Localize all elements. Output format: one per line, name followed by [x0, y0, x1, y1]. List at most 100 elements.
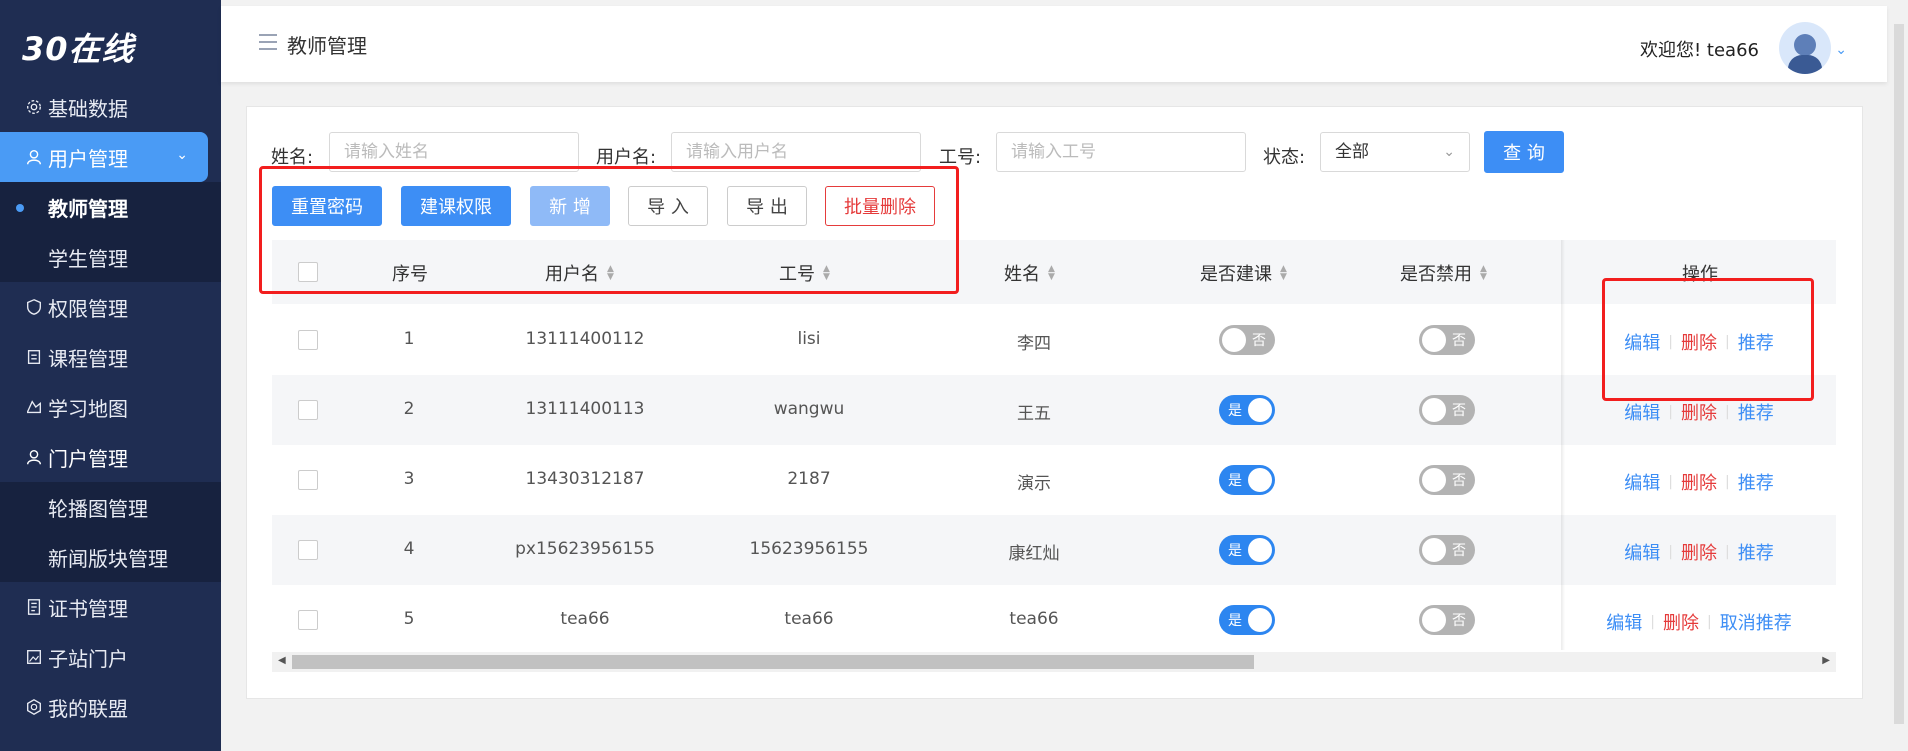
- disabled-toggle[interactable]: 否: [1419, 605, 1475, 635]
- header-name[interactable]: 姓名 ▲ ▼: [1004, 260, 1055, 286]
- cell-username: 13430312187: [525, 469, 645, 489]
- sidebar-item-label: 用户管理: [48, 146, 128, 171]
- certificate-icon: [24, 597, 44, 617]
- header-can-create-course[interactable]: 是否建课 ▲ ▼: [1200, 260, 1287, 286]
- delete-link[interactable]: 删除: [1681, 539, 1717, 565]
- gear-icon: [24, 97, 44, 117]
- horizontal-scrollbar[interactable]: ◀ ▶: [272, 652, 1836, 672]
- sidebar-item-label: 门户管理: [48, 446, 128, 471]
- sidebar-item-basic-data[interactable]: 基础数据: [0, 82, 128, 132]
- sidebar-item-label: 子站门户: [48, 646, 128, 671]
- page-scrollbar-thumb[interactable]: [1894, 24, 1904, 724]
- course-toggle[interactable]: 是: [1219, 605, 1275, 635]
- cell-username: tea66: [560, 609, 610, 629]
- cell-username: 13111400113: [525, 399, 645, 419]
- logo: 30在线: [22, 30, 135, 68]
- disabled-toggle[interactable]: 否: [1419, 535, 1475, 565]
- edit-link[interactable]: 编辑: [1624, 539, 1660, 565]
- sidebar-item-learning-map[interactable]: 学习地图: [0, 382, 128, 432]
- cell-username: 13111400112: [525, 329, 645, 349]
- fixed-column-shadow: [1561, 240, 1565, 650]
- scroll-right-icon[interactable]: ▶: [1822, 655, 1830, 666]
- status-select[interactable]: 全部 ⌄: [1320, 132, 1470, 172]
- cell-jobno: wangwu: [773, 399, 845, 419]
- sidebar-item-label: 教师管理: [48, 196, 128, 221]
- scrollbar-thumb[interactable]: [292, 655, 1254, 669]
- shield-icon: [24, 297, 44, 317]
- sort-icon[interactable]: ▲ ▼: [1480, 265, 1487, 282]
- edit-link[interactable]: 编辑: [1624, 469, 1660, 495]
- sidebar-item-teacher-management[interactable]: 教师管理: [0, 182, 221, 232]
- sidebar-item-portal-management[interactable]: 门户管理: [0, 432, 128, 482]
- edit-link[interactable]: 编辑: [1624, 399, 1660, 425]
- row-checkbox[interactable]: [298, 540, 318, 560]
- disabled-toggle[interactable]: 否: [1419, 325, 1475, 355]
- table-row: 4 px15623956155 15623956155 康红灿 是 否 编辑 | …: [272, 515, 1836, 585]
- course-toggle[interactable]: 否: [1219, 325, 1275, 355]
- delete-link[interactable]: 删除: [1663, 609, 1699, 635]
- scroll-left-icon[interactable]: ◀: [278, 655, 286, 666]
- course-toggle[interactable]: 是: [1219, 465, 1275, 495]
- sidebar-item-carousel-management[interactable]: 轮播图管理: [0, 482, 221, 532]
- map-icon: [24, 397, 44, 417]
- status-label: 状态:: [1263, 147, 1306, 168]
- avatar[interactable]: [1779, 22, 1831, 74]
- annotation-box-actions: [1602, 278, 1814, 401]
- sidebar-item-label: 新闻版块管理: [48, 546, 168, 571]
- row-checkbox[interactable]: [298, 330, 318, 350]
- cell-jobno: lisi: [797, 329, 821, 349]
- cell-name: 李四: [1017, 334, 1051, 354]
- menu-toggle-icon[interactable]: [259, 34, 277, 50]
- sidebar-item-permission-management[interactable]: 权限管理: [0, 282, 128, 332]
- course-toggle[interactable]: 是: [1219, 395, 1275, 425]
- cell-jobno: tea66: [784, 609, 834, 629]
- sidebar-item-certificate-management[interactable]: 证书管理: [0, 582, 128, 632]
- sort-icon[interactable]: ▲ ▼: [1048, 265, 1055, 282]
- course-toggle[interactable]: 是: [1219, 535, 1275, 565]
- cell-username: px15623956155: [515, 539, 655, 559]
- page-title: 教师管理: [287, 34, 367, 58]
- page-scrollbar[interactable]: [1890, 0, 1908, 751]
- sidebar: 30在线 基础数据 用户管理 ⌄ 教师管理 学生管理 权限管理 课程管理 学习地…: [0, 0, 221, 751]
- sidebar-item-label: 我的联盟: [48, 696, 128, 721]
- cell-index: 5: [403, 609, 415, 629]
- table-row: 3 13430312187 2187 演示 是 否 编辑 | 删除 | 推荐: [272, 445, 1836, 515]
- row-actions: 编辑 | 删除 | 推荐: [1624, 469, 1773, 495]
- row-checkbox[interactable]: [298, 400, 318, 420]
- sidebar-item-user-management[interactable]: 用户管理 ⌄: [0, 132, 208, 182]
- cancel-recommend-link[interactable]: 取消推荐: [1720, 609, 1792, 635]
- top-header: 教师管理 欢迎您! tea66 ⌄: [221, 6, 1887, 82]
- recommend-link[interactable]: 推荐: [1738, 469, 1774, 495]
- cell-name: 演示: [1017, 474, 1051, 494]
- sidebar-item-label: 基础数据: [48, 96, 128, 121]
- table-row: 5 tea66 tea66 tea66 是 否 编辑 | 删除 | 取消推荐: [272, 585, 1836, 655]
- sidebar-item-course-management[interactable]: 课程管理: [0, 332, 128, 382]
- user-icon: [24, 147, 44, 167]
- sidebar-item-subsite-portal[interactable]: 子站门户: [0, 632, 128, 682]
- header-disabled[interactable]: 是否禁用 ▲ ▼: [1400, 260, 1487, 286]
- delete-link[interactable]: 删除: [1681, 399, 1717, 425]
- sidebar-item-label: 课程管理: [48, 346, 128, 371]
- sort-icon[interactable]: ▲ ▼: [1280, 265, 1287, 282]
- sidebar-item-student-management[interactable]: 学生管理: [0, 232, 221, 282]
- disabled-toggle[interactable]: 否: [1419, 465, 1475, 495]
- cell-jobno: 15623956155: [749, 539, 869, 559]
- cell-jobno: 2187: [787, 469, 831, 489]
- row-checkbox[interactable]: [298, 610, 318, 630]
- chevron-down-icon[interactable]: ⌄: [1835, 42, 1847, 58]
- disabled-toggle[interactable]: 否: [1419, 395, 1475, 425]
- sidebar-item-label: 学生管理: [48, 246, 128, 271]
- recommend-link[interactable]: 推荐: [1738, 539, 1774, 565]
- row-actions: 编辑 | 删除 | 推荐: [1624, 399, 1773, 425]
- row-checkbox[interactable]: [298, 470, 318, 490]
- sidebar-item-label: 轮播图管理: [48, 496, 148, 521]
- edit-link[interactable]: 编辑: [1606, 609, 1642, 635]
- sidebar-item-news-management[interactable]: 新闻版块管理: [0, 532, 221, 582]
- jobno-input[interactable]: [996, 132, 1246, 172]
- sidebar-item-my-alliance[interactable]: 我的联盟: [0, 682, 128, 732]
- delete-link[interactable]: 删除: [1681, 469, 1717, 495]
- chevron-down-icon: ⌄: [1443, 144, 1455, 160]
- image-icon: [24, 647, 44, 667]
- query-button[interactable]: 查 询: [1484, 131, 1564, 173]
- recommend-link[interactable]: 推荐: [1738, 399, 1774, 425]
